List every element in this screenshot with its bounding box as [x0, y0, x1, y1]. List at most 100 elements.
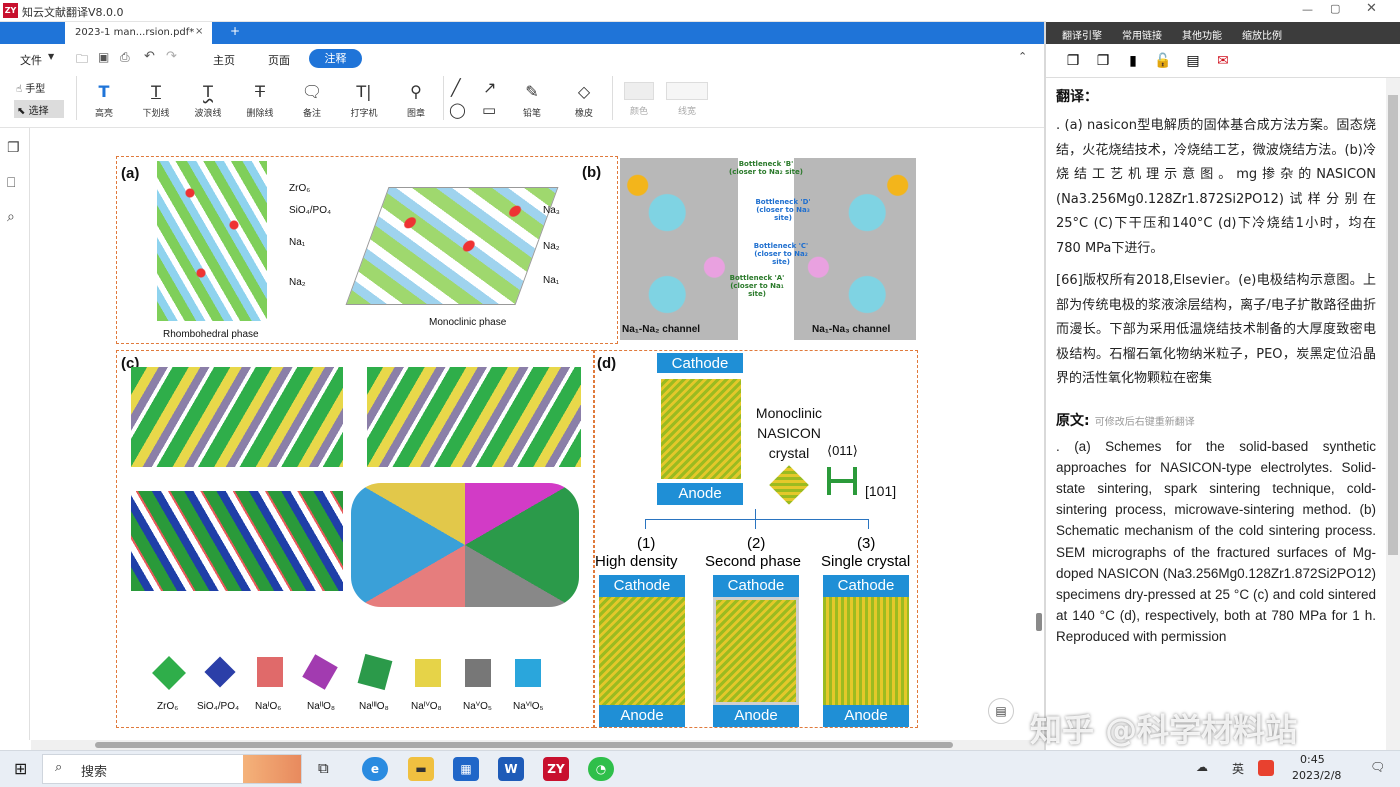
vertical-scrollbar-thumb[interactable]	[1036, 613, 1042, 631]
translation-engine-menu[interactable]: 翻译引擎	[1062, 27, 1102, 42]
copy-icon[interactable]: ❐	[1064, 52, 1082, 70]
pencil-tool[interactable]: ✎ 铅笔	[508, 80, 556, 119]
translation-paragraph-2[interactable]: [66]版权所有2018,Elsevier。(e)电极结构示意图。上部为传统电极…	[1056, 269, 1376, 392]
hand-tool[interactable]: ☝ 手型	[16, 80, 45, 95]
hand-icon: ☝	[16, 84, 23, 95]
toolbar-divider	[76, 76, 77, 120]
undo-icon[interactable]: ↶	[144, 49, 155, 64]
add-tab-button[interactable]: +	[230, 24, 240, 38]
label-na1: Na₁	[289, 237, 306, 248]
highlight-icon: T	[98, 82, 110, 101]
other-functions-menu[interactable]: 其他功能	[1182, 27, 1222, 42]
typewriter-tool[interactable]: T| 打字机	[340, 80, 388, 119]
pages-icon[interactable]: ❐	[7, 140, 20, 156]
close-icon[interactable]: ✕	[1366, 1, 1377, 16]
wechat-icon[interactable]: ◔	[588, 757, 614, 781]
na1o6-polyhedron	[257, 657, 283, 687]
na5o5-polyhedron	[465, 659, 491, 687]
open-folder-icon[interactable]: 🗀	[76, 50, 88, 71]
original-hint: 可修改后右键重新翻译	[1094, 416, 1195, 428]
tab-annotate[interactable]: 注释	[309, 49, 362, 68]
line-icon[interactable]: ╱	[451, 78, 461, 97]
copy-translation-icon[interactable]: ❐	[1094, 52, 1112, 70]
maximize-icon[interactable]: ▢	[1330, 2, 1340, 15]
translation-panel: 翻译： . (a) nasicon型电解质的固体基合成方法方案。固态烧结，火花烧…	[1046, 78, 1386, 750]
clock-time[interactable]: 0:45	[1300, 753, 1325, 766]
squiggly-tool[interactable]: T 波浪线	[184, 80, 232, 119]
cloud-icon[interactable]: ☁	[1196, 760, 1208, 774]
redo-icon[interactable]: ↷	[166, 49, 177, 64]
file-menu[interactable]: 文件	[20, 52, 42, 68]
underline-tool[interactable]: T 下划线	[132, 80, 180, 119]
stamp-icon: ⚲	[410, 82, 422, 101]
color-picker[interactable]	[624, 82, 654, 100]
bottleneck-a-label: Bottleneck 'A' (closer to Na₁ site)	[729, 274, 785, 298]
arrow-icon[interactable]: ↗	[483, 78, 496, 97]
zhiyun-icon[interactable]: ZY	[543, 757, 569, 781]
cursor-icon: ⬉	[17, 106, 26, 117]
original-text[interactable]: . (a) Schemes for the solid-based synthe…	[1056, 436, 1376, 648]
bookmark-icon[interactable]: ⎕	[7, 175, 15, 191]
search-icon: ⌕	[55, 760, 63, 775]
comment-icon: 🗨	[301, 82, 323, 101]
mail-icon[interactable]: ✉	[1214, 52, 1232, 70]
search-icon[interactable]: ⌕	[7, 209, 15, 225]
clipboard-icon[interactable]: ▮	[1124, 52, 1142, 70]
taskbar-search[interactable]: ⌕ 搜索	[42, 754, 302, 784]
na1-na2-channel-image	[620, 158, 738, 340]
ellipse-icon[interactable]: ◯	[449, 101, 466, 119]
bottleneck-d-label: Bottleneck 'D' (closer to Na₃ site)	[755, 198, 811, 222]
word-icon[interactable]: W	[498, 757, 524, 781]
select-tool[interactable]: ⬉ 选择	[14, 100, 64, 118]
eraser-tool[interactable]: ◇ 橡皮	[560, 80, 608, 119]
tab-home[interactable]: 主页	[213, 52, 235, 68]
lock-icon[interactable]: 🔓	[1154, 52, 1172, 70]
crystal-structure-4-image	[351, 483, 579, 607]
common-links-menu[interactable]: 常用链接	[1122, 27, 1162, 42]
toolbar-divider	[443, 76, 444, 120]
horizontal-scrollbar-thumb[interactable]	[95, 742, 953, 748]
bottleneck-b-label: Bottleneck 'B' (closer to Na₂ site)	[729, 160, 803, 176]
book-icon: ▤	[995, 704, 1007, 718]
color-label: 颜色	[630, 107, 649, 117]
anode-label-2: Anode	[713, 705, 799, 727]
notification-icon[interactable]: 🗨	[1370, 760, 1385, 774]
close-tab-icon[interactable]: ×	[195, 26, 203, 37]
stamp-tool[interactable]: ⚲ 图章	[392, 80, 440, 119]
ime-indicator[interactable]: 英	[1232, 760, 1244, 777]
windows-start-icon[interactable]: ⊞	[14, 759, 27, 778]
cathode-label-3: Cathode	[823, 575, 909, 597]
layout-icon[interactable]: ▤	[1184, 52, 1202, 70]
edge-icon[interactable]: e	[362, 757, 388, 781]
anode-label-1: Anode	[599, 705, 685, 727]
note-label: 备注	[302, 109, 321, 119]
na6o5-polyhedron	[515, 659, 541, 687]
translation-paragraph-1[interactable]: . (a) nasicon型电解质的固体基合成方法方案。固态烧结，火花烧结技术，…	[1056, 114, 1376, 261]
high-density-image	[599, 597, 685, 705]
zoom-ratio-menu[interactable]: 缩放比例	[1242, 27, 1282, 42]
strikeout-tool[interactable]: T 删除线	[236, 80, 284, 119]
clock-date[interactable]: 2023/2/8	[1292, 769, 1341, 782]
note-tool[interactable]: 🗨 备注	[288, 80, 336, 119]
rectangle-icon[interactable]: ▭	[482, 101, 496, 119]
document-tab[interactable]: 2023-1 man...rsion.pdf*	[65, 22, 212, 44]
sogou-icon[interactable]	[1258, 760, 1274, 776]
branch-stem	[755, 509, 756, 529]
file-explorer-icon[interactable]: ▬	[408, 757, 434, 781]
crystal-diamond-image	[769, 465, 809, 505]
print-icon[interactable]: ⎙	[120, 50, 130, 65]
translation-scrollbar-thumb[interactable]	[1388, 95, 1398, 555]
minimize-icon[interactable]: —	[1302, 3, 1313, 16]
tab-page[interactable]: 页面	[268, 52, 290, 68]
line-width-stepper[interactable]	[666, 82, 708, 100]
direction-101-label: [101]	[865, 483, 897, 499]
collapse-ribbon-icon[interactable]: ⌃	[1018, 50, 1027, 63]
highlight-tool[interactable]: T 高亮	[80, 80, 128, 119]
store-icon[interactable]: ▦	[453, 757, 479, 781]
chevron-down-icon[interactable]: ▼	[48, 52, 54, 61]
highlight-label: 高亮	[94, 109, 113, 119]
save-icon[interactable]: ▣	[98, 50, 109, 64]
reading-mode-button[interactable]: ▤	[988, 698, 1014, 724]
cathode-top-label: Cathode	[657, 353, 743, 375]
task-view-icon[interactable]: ⧉	[318, 759, 329, 777]
